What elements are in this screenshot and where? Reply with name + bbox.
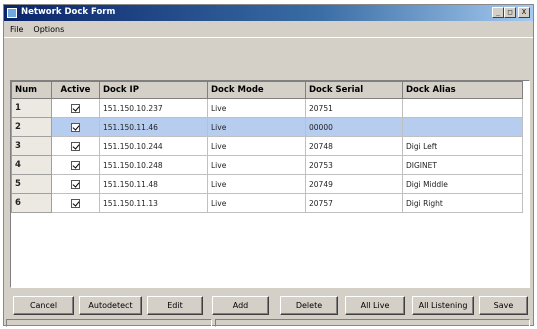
row-num-cell[interactable]: 1 (11, 98, 52, 118)
row-num-cell[interactable]: 3 (11, 136, 52, 156)
maximize-button[interactable]: □ (504, 7, 516, 18)
row-mode-cell[interactable]: Live (207, 98, 306, 118)
row-alias-cell[interactable]: Digi Middle (402, 174, 523, 194)
minimize-button[interactable]: _ (492, 7, 504, 18)
all-live-button[interactable]: All Live (345, 296, 405, 315)
row-active-cell[interactable] (51, 193, 100, 213)
row-serial-cell[interactable]: 20757 (305, 193, 403, 213)
row-serial-cell[interactable]: 00000 (305, 117, 403, 137)
close-button[interactable]: X (518, 7, 530, 18)
app-icon (7, 8, 17, 18)
row-serial-cell[interactable]: 20748 (305, 136, 403, 156)
save-button[interactable]: Save (479, 296, 528, 315)
active-checkbox[interactable] (71, 122, 80, 132)
menu-file[interactable]: File (10, 25, 23, 34)
row-mode-cell[interactable]: Live (207, 136, 306, 156)
col-active[interactable]: Active (51, 81, 100, 99)
row-alias-cell[interactable]: DIGINET (402, 155, 523, 175)
row-serial-cell[interactable]: 20753 (305, 155, 403, 175)
row-alias-cell[interactable]: Digi Right (402, 193, 523, 213)
dock-table: Num Active Dock IP Dock Mode Dock Serial… (11, 81, 523, 213)
row-ip-cell[interactable]: 151.150.10.237 (99, 98, 208, 118)
col-dock-mode[interactable]: Dock Mode (207, 81, 306, 99)
row-ip-cell[interactable]: 151.150.10.248 (99, 155, 208, 175)
row-active-cell[interactable] (51, 136, 100, 156)
table-row[interactable]: 2 151.150.11.46 Live 00000 (11, 117, 523, 137)
status-panel-left (6, 319, 212, 327)
button-bar: Cancel Autodetect Edit Add Delete All Li… (10, 296, 530, 315)
active-checkbox[interactable] (71, 160, 80, 170)
row-num-cell[interactable]: 2 (11, 117, 52, 137)
toolbar-area (4, 37, 533, 77)
row-ip-cell[interactable]: 151.150.11.48 (99, 174, 208, 194)
table-row[interactable]: 5 151.150.11.48 Live 20749 Digi Middle (11, 174, 523, 194)
status-panel-right (215, 319, 530, 327)
row-active-cell[interactable] (51, 117, 100, 137)
row-alias-cell[interactable]: Digi Left (402, 136, 523, 156)
cancel-button[interactable]: Cancel (13, 296, 74, 315)
row-num-cell[interactable]: 4 (11, 155, 52, 175)
active-checkbox[interactable] (71, 179, 80, 189)
col-dock-serial[interactable]: Dock Serial (305, 81, 403, 99)
edit-button[interactable]: Edit (147, 296, 203, 315)
row-mode-cell[interactable]: Live (207, 117, 306, 137)
menu-options[interactable]: Options (33, 25, 64, 34)
row-ip-cell[interactable]: 151.150.11.46 (99, 117, 208, 137)
row-serial-cell[interactable]: 20749 (305, 174, 403, 194)
row-num-cell[interactable]: 5 (11, 174, 52, 194)
network-dock-window: Network Dock Form _ □ X File Options Num… (3, 4, 534, 327)
table-row[interactable]: 6 151.150.11.13 Live 20757 Digi Right (11, 193, 523, 213)
window-title: Network Dock Form (21, 7, 116, 17)
title-bar[interactable]: Network Dock Form _ □ X (4, 5, 533, 21)
row-active-cell[interactable] (51, 155, 100, 175)
window-controls: _ □ X (492, 7, 530, 18)
active-checkbox[interactable] (71, 103, 80, 113)
active-checkbox[interactable] (71, 141, 80, 151)
row-active-cell[interactable] (51, 174, 100, 194)
row-mode-cell[interactable]: Live (207, 174, 306, 194)
row-alias-cell[interactable] (402, 98, 523, 118)
row-serial-cell[interactable]: 20751 (305, 98, 403, 118)
autodetect-button[interactable]: Autodetect (79, 296, 142, 315)
delete-button[interactable]: Delete (280, 296, 338, 315)
row-num-cell[interactable]: 6 (11, 193, 52, 213)
col-dock-alias[interactable]: Dock Alias (402, 81, 523, 99)
row-ip-cell[interactable]: 151.150.10.244 (99, 136, 208, 156)
dock-grid: Num Active Dock IP Dock Mode Dock Serial… (10, 80, 530, 288)
row-ip-cell[interactable]: 151.150.11.13 (99, 193, 208, 213)
col-num[interactable]: Num (11, 81, 52, 99)
col-dock-ip[interactable]: Dock IP (99, 81, 208, 99)
row-mode-cell[interactable]: Live (207, 193, 306, 213)
status-bar (4, 319, 533, 327)
row-active-cell[interactable] (51, 98, 100, 118)
menu-bar: File Options (4, 22, 533, 36)
active-checkbox[interactable] (71, 198, 80, 208)
all-listening-button[interactable]: All Listening (412, 296, 474, 315)
table-row[interactable]: 4 151.150.10.248 Live 20753 DIGINET (11, 155, 523, 175)
header-row: Num Active Dock IP Dock Mode Dock Serial… (11, 81, 523, 99)
table-row[interactable]: 1 151.150.10.237 Live 20751 (11, 98, 523, 118)
row-alias-cell[interactable] (402, 117, 523, 137)
table-row[interactable]: 3 151.150.10.244 Live 20748 Digi Left (11, 136, 523, 156)
add-button[interactable]: Add (212, 296, 269, 315)
row-mode-cell[interactable]: Live (207, 155, 306, 175)
